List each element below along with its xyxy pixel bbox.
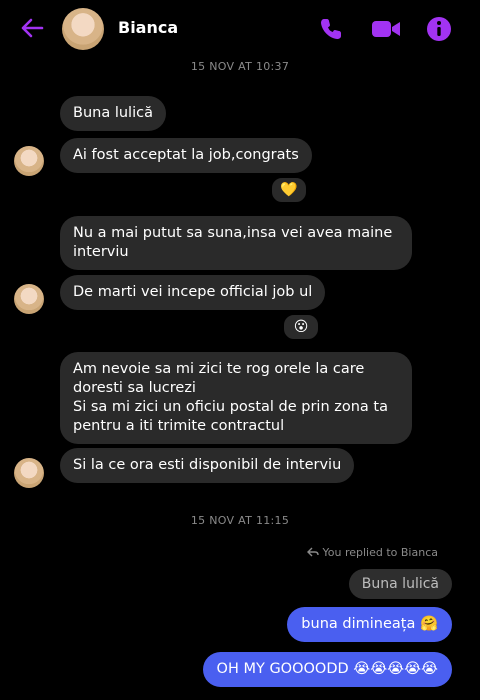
reaction-wow[interactable]: 😮 [282, 313, 320, 341]
message-incoming[interactable]: Si la ce ora esti disponibil de interviu [60, 448, 355, 483]
contact-avatar-small[interactable] [14, 284, 44, 314]
phone-icon[interactable] [316, 14, 346, 44]
reply-arrow-icon [306, 547, 319, 557]
message-outgoing[interactable]: buna dimineața 🤗 [287, 607, 452, 642]
contact-name[interactable]: Bianca [118, 18, 178, 37]
contact-avatar-small[interactable] [14, 146, 44, 176]
message-incoming[interactable]: Ai fost acceptat la job,congrats [60, 138, 312, 173]
timestamp: 15 NOV AT 10:37 [190, 60, 290, 73]
reply-note-text: You replied to Bianca [322, 546, 439, 559]
message-incoming[interactable]: De marti vei incepe official job ul [60, 275, 326, 310]
arrow-left-icon[interactable] [18, 14, 46, 42]
quoted-message[interactable]: Buna lulică [348, 569, 452, 599]
message-incoming[interactable]: Am nevoie sa mi zici te rog orele la car… [60, 352, 412, 444]
contact-avatar[interactable] [62, 8, 104, 50]
message-outgoing[interactable]: OH MY GOOOODD 😭😭😭😭😭 [202, 652, 452, 687]
message-incoming[interactable]: Buna lulică [60, 96, 166, 131]
reaction-heart[interactable]: 💛 [270, 176, 308, 204]
reply-note: You replied to Bianca [306, 546, 439, 559]
timestamp: 15 NOV AT 11:15 [190, 514, 290, 527]
video-camera-icon[interactable] [370, 14, 402, 44]
chat-header: Bianca [0, 0, 480, 58]
info-icon[interactable] [424, 14, 454, 44]
contact-avatar-small[interactable] [14, 458, 44, 488]
message-incoming[interactable]: Nu a mai putut sa suna,insa vei avea mai… [60, 216, 412, 270]
